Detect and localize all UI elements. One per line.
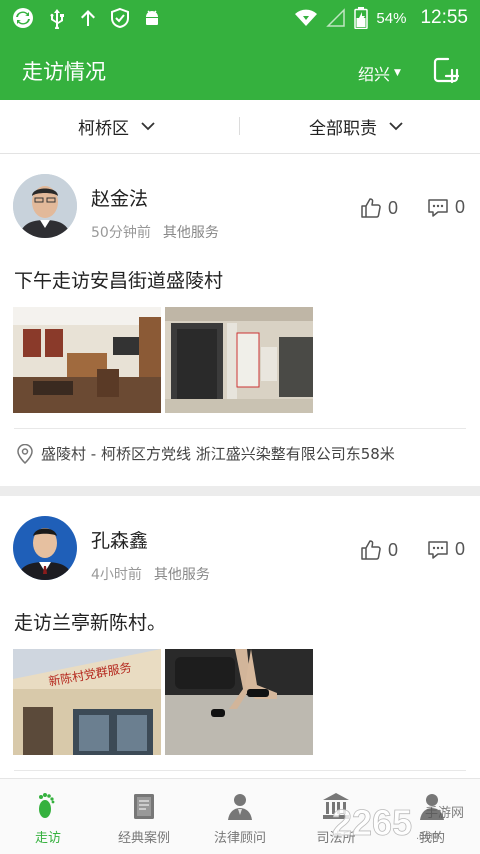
duty-filter[interactable]: 全部职责 bbox=[309, 100, 403, 153]
avatar[interactable] bbox=[13, 516, 77, 580]
location-divider bbox=[14, 770, 466, 771]
post-content: 下午走访安昌街道盛陵村 bbox=[14, 270, 224, 292]
comment-icon bbox=[428, 198, 448, 217]
avatar-photo bbox=[13, 174, 77, 238]
comment-icon bbox=[428, 540, 448, 559]
post-meta: 50分钟前 其他服务 bbox=[91, 222, 219, 242]
like-count: 0 bbox=[388, 197, 399, 218]
comment-count: 0 bbox=[455, 539, 466, 559]
profile-icon bbox=[420, 794, 444, 820]
battery-percent: 54% bbox=[376, 9, 407, 27]
post-photo[interactable] bbox=[165, 649, 313, 755]
duty-filter-label: 全部职责 bbox=[309, 119, 377, 139]
android-icon bbox=[146, 10, 158, 25]
post-location[interactable]: 盛陵村 - 柯桥区方党线 浙江盛兴染整有限公司东58米 bbox=[16, 443, 395, 464]
tab-label: 走访 bbox=[34, 831, 61, 846]
bottom-tab-bar: 走访 经典案例 法律顾问 司法所 我的 bbox=[0, 778, 480, 854]
filter-bar: 柯桥区 全部职责 bbox=[0, 100, 480, 154]
post-content: 走访兰亭新陈村。 bbox=[14, 612, 167, 634]
author-name[interactable]: 赵金法 bbox=[91, 184, 148, 211]
post-category: 其他服务 bbox=[153, 567, 210, 583]
tab-classic-cases[interactable]: 经典案例 bbox=[96, 779, 192, 854]
post-card[interactable]: 孔森鑫 4小时前 其他服务 0 0 走访兰亭新陈村。 新陈村党群服务 bbox=[0, 496, 480, 778]
card-separator bbox=[0, 486, 480, 496]
post-meta: 4小时前 其他服务 bbox=[91, 564, 210, 584]
wifi-icon bbox=[295, 9, 318, 26]
location-pin-icon bbox=[17, 443, 33, 464]
upload-icon bbox=[81, 10, 95, 26]
post-photo[interactable]: 新陈村党群服务 bbox=[13, 649, 161, 755]
like-count: 0 bbox=[388, 539, 399, 560]
post-photo[interactable] bbox=[165, 307, 313, 413]
visit-floor-image bbox=[165, 649, 313, 755]
tab-label: 我的 bbox=[418, 831, 445, 846]
post-category: 其他服务 bbox=[162, 225, 219, 241]
book-icon bbox=[134, 794, 154, 819]
village-service-center-image: 新陈村党群服务 bbox=[13, 649, 161, 755]
tab-label: 法律顾问 bbox=[213, 831, 266, 846]
page-title: 走访情况 bbox=[22, 60, 106, 84]
like-button[interactable]: 0 bbox=[360, 539, 398, 561]
lawyer-icon bbox=[228, 794, 252, 820]
office-interior-image bbox=[13, 307, 161, 413]
sync-icon bbox=[13, 8, 33, 28]
like-button[interactable]: 0 bbox=[360, 197, 398, 219]
author-name[interactable]: 孔森鑫 bbox=[91, 526, 148, 553]
chevron-down-icon bbox=[389, 122, 403, 131]
comment-count: 0 bbox=[455, 197, 466, 217]
location-divider bbox=[14, 428, 466, 429]
tab-legal-advisor[interactable]: 法律顾问 bbox=[192, 779, 288, 854]
app-bar: 走访情况 绍兴 ▼ bbox=[0, 36, 480, 100]
location-text: 盛陵村 - 柯桥区方党线 浙江盛兴染整有限公司东58米 bbox=[41, 445, 395, 463]
avatar[interactable] bbox=[13, 174, 77, 238]
post-time: 4小时前 bbox=[91, 567, 142, 583]
battery-icon bbox=[354, 7, 369, 29]
thumbs-up-icon bbox=[361, 540, 381, 560]
usb-icon bbox=[50, 9, 64, 29]
status-bar: 54% 12:55 bbox=[0, 0, 480, 36]
post-time: 50分钟前 bbox=[91, 225, 151, 241]
add-post-icon[interactable] bbox=[432, 56, 460, 84]
district-filter[interactable]: 柯桥区 bbox=[78, 100, 155, 153]
courthouse-icon bbox=[323, 793, 349, 819]
filter-divider bbox=[239, 117, 240, 135]
caret-down-icon: ▼ bbox=[394, 68, 401, 78]
comment-button[interactable]: 0 bbox=[427, 197, 465, 218]
post-card[interactable]: 赵金法 50分钟前 其他服务 0 0 下午走访安昌街道盛陵村 盛陵村 - 柯桥区… bbox=[0, 154, 480, 486]
footprint-icon bbox=[39, 793, 55, 818]
signal-icon bbox=[326, 8, 346, 27]
comment-button[interactable]: 0 bbox=[427, 539, 465, 560]
district-filter-label: 柯桥区 bbox=[78, 119, 129, 139]
city-selector[interactable]: 绍兴 ▼ bbox=[358, 61, 401, 85]
chevron-down-icon bbox=[141, 122, 155, 131]
tab-justice-office[interactable]: 司法所 bbox=[288, 779, 384, 854]
shield-icon bbox=[111, 7, 129, 29]
tab-profile[interactable]: 我的 bbox=[384, 779, 480, 854]
tab-label: 经典案例 bbox=[117, 831, 170, 846]
avatar-photo bbox=[13, 516, 77, 580]
clock: 12:55 bbox=[420, 7, 468, 28]
tab-visit[interactable]: 走访 bbox=[0, 779, 96, 854]
building-entrance-image bbox=[165, 307, 313, 413]
city-label: 绍兴 bbox=[358, 65, 391, 84]
post-photo[interactable] bbox=[13, 307, 161, 413]
tab-label: 司法所 bbox=[316, 831, 356, 846]
thumbs-up-icon bbox=[361, 198, 381, 218]
